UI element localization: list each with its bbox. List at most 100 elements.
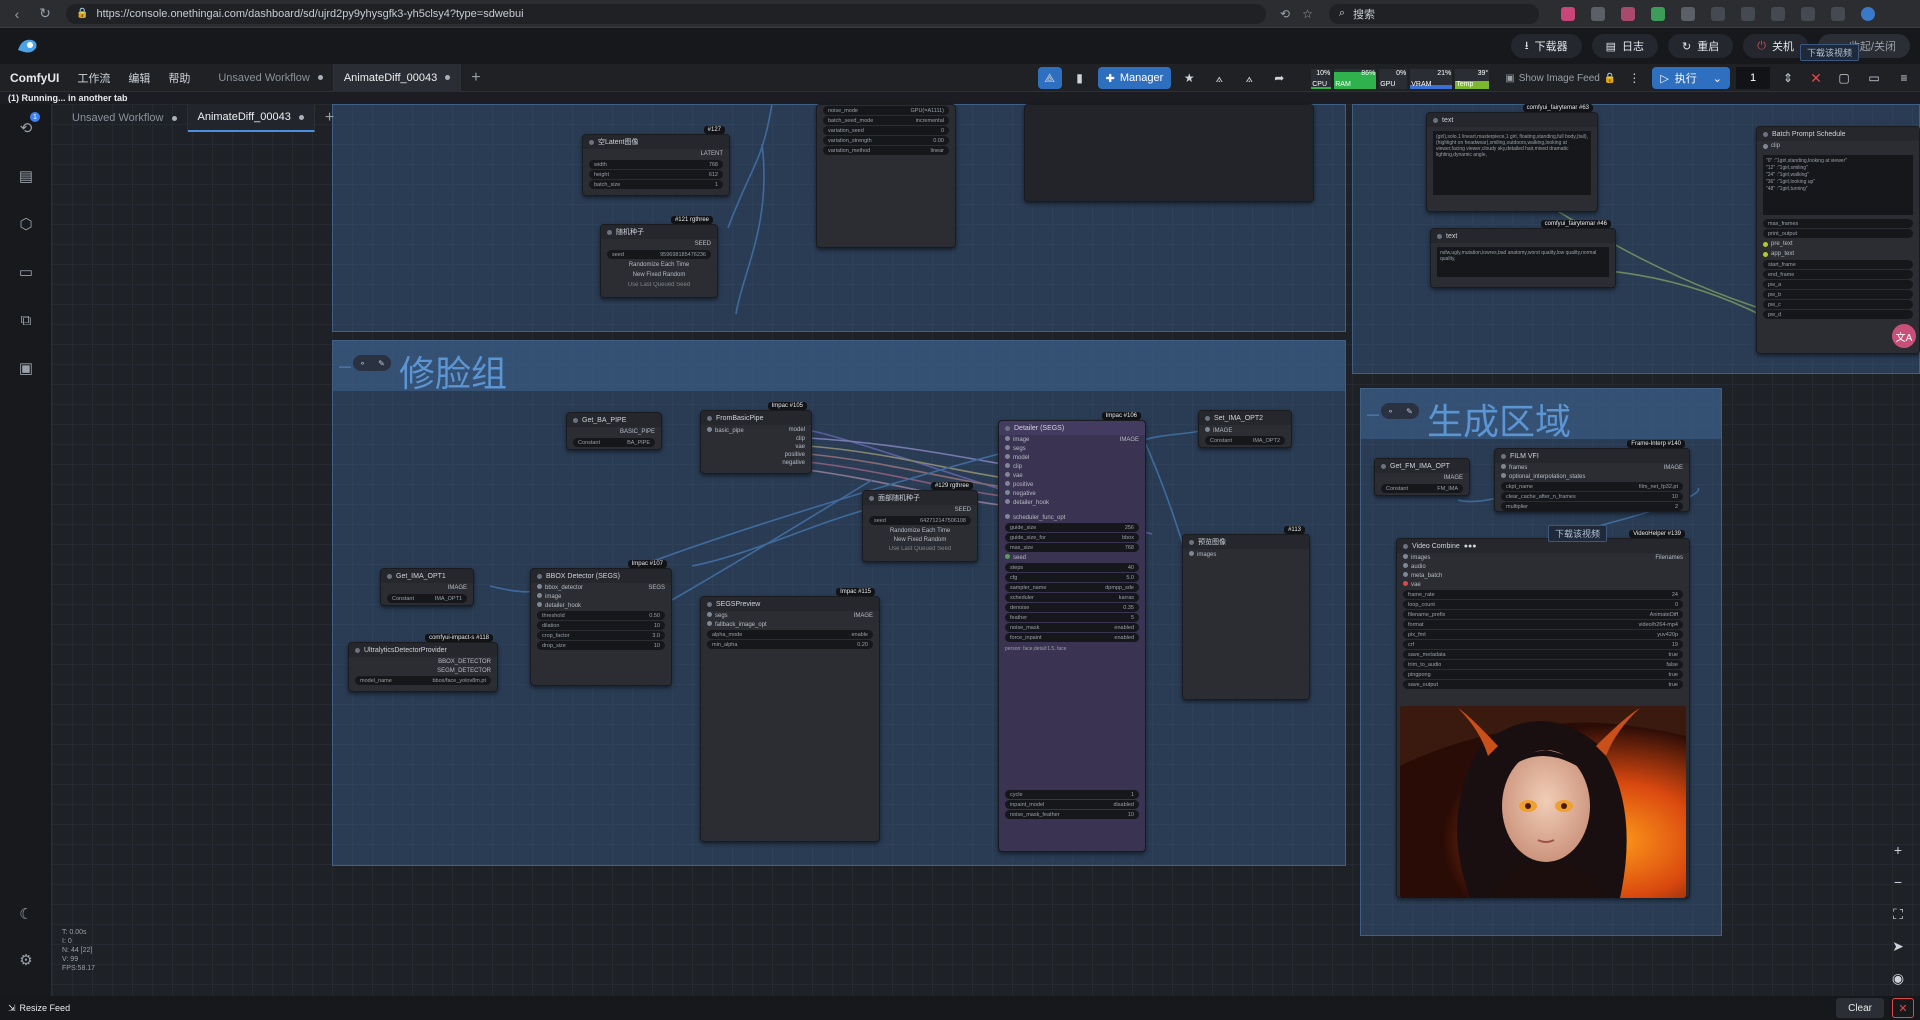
- output-image[interactable]: IMAGE: [1444, 475, 1463, 481]
- schedule-text[interactable]: "0" :"1girl,standing,looking at viewer" "…: [1763, 155, 1913, 215]
- node-icon[interactable]: ⟑: [1207, 67, 1231, 89]
- group-controls[interactable]: ⚬ ✎: [353, 355, 391, 371]
- bookmark-icon[interactable]: ☆: [1302, 7, 1313, 21]
- show-image-feed-button[interactable]: ▣ Show Image Feed 🔒: [1505, 73, 1616, 84]
- browser-search[interactable]: ⌕ 搜索: [1328, 3, 1539, 24]
- model-library-icon[interactable]: ⬡: [16, 214, 36, 234]
- constant-widget[interactable]: Constant FM_IMA: [1381, 484, 1463, 493]
- select-mode-icon[interactable]: ➤: [1890, 938, 1906, 954]
- use-last-button[interactable]: Use Last Queued Seed: [863, 544, 977, 553]
- node-alt-icon[interactable]: ⟑: [1237, 67, 1261, 89]
- constant-widget[interactable]: Constant BA_PIPE: [573, 438, 655, 447]
- output-seed[interactable]: SEED: [695, 241, 711, 247]
- extension-icon[interactable]: [1650, 6, 1665, 21]
- gallery-icon[interactable]: ▣: [16, 358, 36, 378]
- video-preview-image[interactable]: [1400, 706, 1686, 898]
- resize-feed-button[interactable]: ⇲ Resize Feed: [8, 1003, 70, 1014]
- tab-animatediff[interactable]: AnimateDiff_00043: [333, 63, 462, 92]
- cancel-icon[interactable]: ✕: [1806, 70, 1826, 87]
- settings-gear-icon[interactable]: ⚙: [16, 950, 36, 970]
- text-area[interactable]: nsfw,ugly,mutation,lowres,bad anatomy,wo…: [1437, 247, 1609, 277]
- theme-moon-icon[interactable]: ☾: [16, 904, 36, 924]
- menu-workflow[interactable]: 工作流: [77, 70, 110, 86]
- node-get-fm-image[interactable]: Get_FM_IMA_OPT IMAGE Constant FM_IMA: [1374, 458, 1470, 496]
- node-get-image-opt1[interactable]: Get_IMA_OPT1 IMAGE Constant IMA_OPT1: [380, 568, 474, 606]
- batch-seed-widget[interactable]: batch_seed_mode incremental: [823, 116, 949, 125]
- randomize-button[interactable]: Randomize Each Time: [863, 526, 977, 535]
- node-segs-preview[interactable]: Impac #115 SEGSPreview segs IMAGE fallbac…: [700, 588, 880, 842]
- node-text-negative[interactable]: comfyui_fairytemar #46 text nsfw,ugly,mu…: [1430, 220, 1616, 288]
- share-icon[interactable]: ➦: [1267, 67, 1291, 89]
- star-icon[interactable]: ★: [1177, 67, 1201, 89]
- node-text-positive[interactable]: comfyui_fairytemar #63 text (girl),solo,…: [1426, 104, 1598, 212]
- extension-icon[interactable]: [1680, 6, 1695, 21]
- node-set-image-opt2[interactable]: Set_IMA_OPT2 IMAGE Constant IMA_OPT2: [1198, 410, 1292, 448]
- sketch-icon[interactable]: ⟁: [1037, 67, 1062, 89]
- history-icon[interactable]: [1770, 6, 1785, 21]
- node-preview-image[interactable]: #113 预览图像 images: [1182, 526, 1310, 700]
- drag-handle-icon[interactable]: ⋮: [1622, 67, 1646, 89]
- new-tab-icon[interactable]: +: [325, 109, 334, 127]
- node-library-icon[interactable]: ▤: [16, 166, 36, 186]
- node-film-vfi[interactable]: Frame-Interp #140 FILM VFI frames IMAGE o…: [1494, 440, 1690, 512]
- restart-button[interactable]: ↻ 重启: [1668, 34, 1734, 58]
- downloads-icon[interactable]: [1800, 6, 1815, 21]
- toggle-links-icon[interactable]: ◉: [1890, 970, 1906, 986]
- menu-help[interactable]: 帮助: [168, 70, 190, 86]
- download-video-tip[interactable]: 下载该视频: [1800, 44, 1860, 61]
- url-bar[interactable]: 🔒 https://console.onethingai.com/dashboa…: [66, 3, 1266, 24]
- node-bbox-detector[interactable]: Impac #107 BBOX Detector (SEGS) bbox_det…: [530, 560, 672, 686]
- extension-icon[interactable]: [1560, 6, 1575, 21]
- variation-method-widget[interactable]: variation_method linear: [823, 146, 949, 155]
- output-latent[interactable]: LATENT: [700, 151, 723, 157]
- zoom-out-icon[interactable]: −: [1890, 874, 1906, 890]
- menu-edit[interactable]: 编辑: [128, 70, 150, 86]
- width-widget[interactable]: width 768: [589, 160, 723, 169]
- stepper-icon[interactable]: ⇕: [1776, 67, 1800, 89]
- use-last-button[interactable]: Use Last Queued Seed: [601, 280, 717, 290]
- new-fixed-button[interactable]: New Fixed Random: [863, 535, 977, 544]
- seed-widget[interactable]: seed 959698185476236: [607, 250, 711, 259]
- chevron-down-icon[interactable]: ⌄: [1713, 72, 1722, 85]
- node-preview-upper[interactable]: [1024, 104, 1314, 202]
- group-controls[interactable]: ⚬ ✎: [1381, 403, 1419, 419]
- settings-icon[interactable]: [1710, 6, 1725, 21]
- output-basic-pipe[interactable]: BASIC_PIPE: [620, 429, 655, 435]
- node-empty-latent[interactable]: #127 空Latent图像 LATENT width 768 height 612…: [582, 126, 730, 196]
- run-button[interactable]: ▷ 执行 ⌄: [1652, 67, 1730, 89]
- randomize-button[interactable]: Randomize Each Time: [601, 260, 717, 270]
- batch-widget[interactable]: batch_size 1: [589, 180, 723, 189]
- new-fixed-button[interactable]: New Fixed Random: [601, 270, 717, 280]
- text-area[interactable]: (girl),solo,1 lineart,masterpiece,1 girl…: [1433, 131, 1591, 195]
- manager-button[interactable]: ✚ Manager: [1097, 67, 1172, 89]
- logs-button[interactable]: ▤ 日志: [1591, 34, 1659, 58]
- noise-mode-widget[interactable]: noise_mode GPU(=A1111): [823, 106, 949, 115]
- constant-widget[interactable]: Constant IMA_OPT2: [1205, 436, 1285, 445]
- height-widget[interactable]: height 612: [589, 170, 723, 179]
- variation-strength-widget[interactable]: variation_strength 0.00: [823, 136, 949, 145]
- node-get-basic-pipe[interactable]: Get_BA_PIPE BASIC_PIPE Constant BA_PIPE: [566, 412, 662, 450]
- hamburger-icon[interactable]: ≡: [1892, 67, 1916, 89]
- workflows-folder-icon[interactable]: ▭: [16, 262, 36, 282]
- tab-animatediff-inner[interactable]: AnimateDiff_00043: [187, 104, 315, 132]
- node-ultralytics-provider[interactable]: comfyui-impact-s #118 UltralyticsDetecto…: [348, 634, 498, 692]
- tab-unsaved-workflow[interactable]: Unsaved Workflow: [208, 63, 334, 92]
- downloader-button[interactable]: ⭳ 下载器: [1510, 34, 1582, 58]
- output-seed[interactable]: SEED: [955, 507, 971, 513]
- close-feed-icon[interactable]: ✕: [1892, 998, 1914, 1018]
- shutdown-button[interactable]: ⏻ 关机: [1743, 34, 1808, 58]
- node-noise-settings[interactable]: noise_mode GPU(=A1111) batch_seed_mode inc…: [816, 104, 956, 248]
- translate-float-icon[interactable]: 文A: [1892, 324, 1916, 348]
- bookmark-icon[interactable]: ▮: [1068, 67, 1092, 89]
- wildcard-text[interactable]: person: face,detail:1.5, face: [1005, 646, 1139, 786]
- more-icon[interactable]: [1830, 6, 1845, 21]
- queue-count-input[interactable]: 1: [1736, 67, 1770, 89]
- templates-icon[interactable]: ⧉: [16, 310, 36, 330]
- zoom-in-icon[interactable]: +: [1890, 842, 1906, 858]
- back-icon[interactable]: ‹: [6, 3, 28, 25]
- node-from-basic-pipe[interactable]: Impac #105 FromBasicPipe basic_pipe model…: [700, 402, 812, 474]
- tab-unsaved-workflow-inner[interactable]: Unsaved Workflow: [62, 104, 188, 132]
- clear-button[interactable]: Clear: [1836, 998, 1884, 1018]
- extension-icon[interactable]: [1590, 6, 1605, 21]
- extension-icon[interactable]: [1620, 6, 1635, 21]
